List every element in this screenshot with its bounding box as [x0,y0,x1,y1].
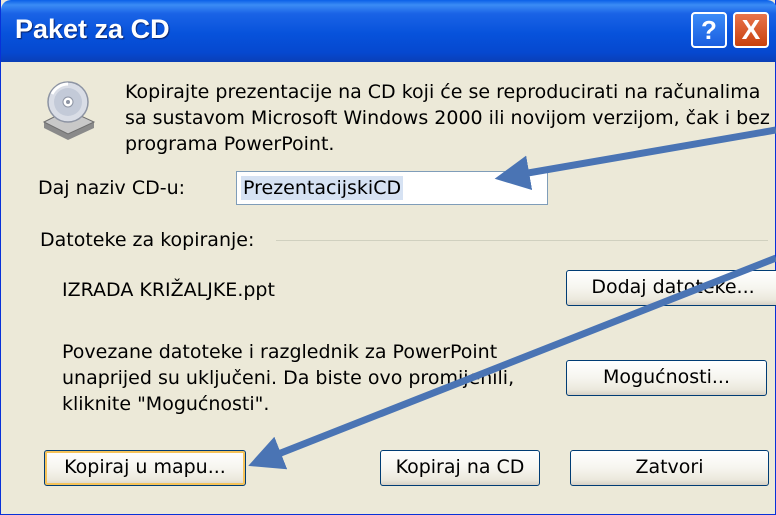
linked-note-line-2: unaprijed su uključeni. Da biste ovo pro… [62,367,515,389]
window-title: Paket za CD [15,14,170,44]
description-line-2: sa sustavom Microsoft Windows 2000 ili n… [125,107,770,129]
copy-to-cd-button[interactable]: Kopiraj na CD [380,450,540,486]
options-button[interactable]: Mogućnosti... [566,360,767,396]
linked-note-line-1: Povezane datoteke i razglednik za PowerP… [62,341,498,363]
dialog-body: Kopirajte prezentacije na CD koji će se … [4,62,776,512]
help-icon: ? [701,15,717,45]
description-line-1: Kopirajte prezentacije na CD koji će se … [125,81,761,103]
description-line-3: programa PowerPoint. [125,133,335,155]
title-bar[interactable]: Paket za CD ? X [1,0,776,62]
cd-name-label: Daj naziv CD-u: [38,177,186,199]
help-button[interactable]: ? [691,12,727,48]
linked-note-line-3: kliknite "Mogućnosti". [62,393,270,415]
cd-name-value: PrezentacijskiCD [241,176,404,200]
cd-name-input[interactable]: PrezentacijskiCD [236,171,548,205]
file-list-item[interactable]: IZRADA KRIŽALJKE.ppt [62,278,275,303]
close-icon: X [741,14,761,45]
package-for-cd-dialog: Paket za CD ? X Kopirajte prezentacije n… [0,0,776,515]
close-window-button[interactable]: X [733,12,769,48]
files-group-label: Datoteke za kopiranje: [40,229,255,251]
close-button[interactable]: Zatvori [570,450,769,486]
group-divider [276,240,768,241]
add-files-button[interactable]: Dodaj datoteke... [566,270,776,306]
copy-to-folder-button[interactable]: Kopiraj u mapu... [44,450,246,486]
cd-drive-icon [42,81,96,140]
